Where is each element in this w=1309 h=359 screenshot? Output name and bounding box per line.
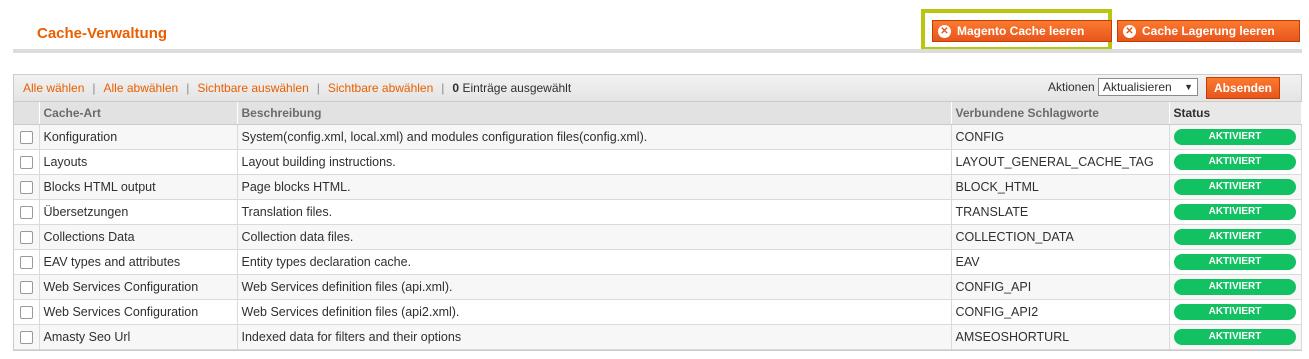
header-tags[interactable]: Verbundene Schlagworte — [951, 102, 1170, 125]
actions-select-value: Aktualisieren — [1103, 80, 1172, 94]
cell-description: Web Services definition files (api2.xml)… — [237, 299, 952, 325]
status-badge: AKTIVIERT — [1174, 154, 1296, 170]
cell-description: Layout building instructions. — [237, 149, 952, 175]
selected-count: 0 — [452, 81, 460, 95]
cell-tags: LAYOUT_GENERAL_CACHE_TAG — [951, 149, 1170, 175]
cell-cache-type: Web Services Configuration — [39, 274, 238, 300]
select-visible-link[interactable]: Sichtbare auswählen — [197, 81, 308, 95]
status-badge: AKTIVIERT — [1174, 329, 1296, 345]
table-row: Collections Data Collection data files. … — [14, 224, 1302, 250]
flush-magento-cache-button[interactable]: ✕ Magento Cache leeren — [932, 20, 1112, 42]
cell-description: Entity types declaration cache. — [237, 249, 952, 275]
row-checkbox[interactable] — [19, 281, 33, 295]
header-checkbox — [14, 102, 40, 125]
cell-tags: CONFIG_API — [951, 274, 1170, 300]
flush-cache-storage-button[interactable]: ✕ Cache Lagerung leeren — [1117, 20, 1300, 42]
table-row: Konfiguration System(config.xml, local.x… — [14, 124, 1302, 150]
table-row: Web Services Configuration Web Services … — [14, 299, 1302, 325]
actions-select[interactable]: Aktualisieren ▼ — [1098, 78, 1198, 96]
status-badge: AKTIVIERT — [1174, 254, 1296, 270]
table-row: Übersetzungen Translation files. TRANSLA… — [14, 199, 1302, 225]
table-row: Web Services Configuration Web Services … — [14, 274, 1302, 300]
row-checkbox[interactable] — [19, 256, 33, 270]
massaction-bar: Alle wählen | Alle abwählen | Sichtbare ausw… — [14, 75, 1301, 102]
flush-cache-storage-label: Cache Lagerung leeren — [1142, 24, 1275, 38]
header-cache-type[interactable]: Cache-Art — [39, 102, 238, 125]
selected-count-label: Einträge ausgewählt — [462, 81, 572, 95]
table-row: Layouts Layout building instructions. LA… — [14, 149, 1302, 175]
cell-tags: TRANSLATE — [951, 199, 1170, 225]
page-title: Cache-Verwaltung — [37, 25, 168, 42]
close-circle-icon: ✕ — [1123, 24, 1136, 38]
cell-description: Indexed data for filters and their optio… — [237, 324, 952, 350]
cell-tags: BLOCK_HTML — [951, 174, 1170, 200]
cache-grid: Alle wählen | Alle abwählen | Sichtbare ausw… — [13, 74, 1302, 351]
cell-description: Collection data files. — [237, 224, 952, 250]
unselect-visible-link[interactable]: Sichtbare abwählen — [328, 81, 433, 95]
cell-cache-type: Blocks HTML output — [39, 174, 238, 200]
row-checkbox[interactable] — [19, 181, 33, 195]
cell-description: System(config.xml, local.xml) and module… — [237, 124, 952, 150]
table-body: Konfiguration System(config.xml, local.x… — [14, 124, 1302, 350]
cell-tags: CONFIG_API2 — [951, 299, 1170, 325]
cell-cache-type: Layouts — [39, 149, 238, 175]
cell-cache-type: Übersetzungen — [39, 199, 238, 225]
flush-magento-cache-label: Magento Cache leeren — [957, 24, 1085, 38]
status-badge: AKTIVIERT — [1174, 304, 1296, 320]
cell-description: Web Services definition files (api.xml). — [237, 274, 952, 300]
row-checkbox[interactable] — [19, 156, 33, 170]
cell-tags: COLLECTION_DATA — [951, 224, 1170, 250]
cell-description: Page blocks HTML. — [237, 174, 952, 200]
table-row: EAV types and attributes Entity types de… — [14, 249, 1302, 275]
row-checkbox[interactable] — [19, 206, 33, 220]
row-checkbox[interactable] — [19, 231, 33, 245]
cell-description: Translation files. — [237, 199, 952, 225]
cell-cache-type: Konfiguration — [39, 124, 238, 150]
chevron-down-icon: ▼ — [1184, 82, 1193, 92]
actions-label: Aktionen — [1048, 80, 1095, 94]
unselect-all-link[interactable]: Alle abwählen — [104, 81, 179, 95]
cell-cache-type: EAV types and attributes — [39, 249, 238, 275]
status-badge: AKTIVIERT — [1174, 279, 1296, 295]
table-row: Amasty Seo Url Indexed data for filters … — [14, 324, 1302, 350]
cell-tags: EAV — [951, 249, 1170, 275]
status-badge: AKTIVIERT — [1174, 129, 1296, 145]
status-badge: AKTIVIERT — [1174, 229, 1296, 245]
submit-button[interactable]: Absenden — [1206, 77, 1280, 99]
row-checkbox[interactable] — [19, 131, 33, 145]
cell-cache-type: Amasty Seo Url — [39, 324, 238, 350]
status-badge: AKTIVIERT — [1174, 179, 1296, 195]
table-row: Blocks HTML output Page blocks HTML. BLO… — [14, 174, 1302, 200]
close-circle-icon: ✕ — [938, 24, 951, 38]
massaction-links: Alle wählen | Alle abwählen | Sichtbare ausw… — [23, 81, 572, 95]
title-divider — [13, 49, 1302, 53]
header-description[interactable]: Beschreibung — [237, 102, 952, 125]
cell-tags: CONFIG — [951, 124, 1170, 150]
cache-table: Cache-Art Beschreibung Verbundene Schlag… — [14, 102, 1302, 350]
row-checkbox[interactable] — [19, 331, 33, 345]
cell-cache-type: Web Services Configuration — [39, 299, 238, 325]
status-badge: AKTIVIERT — [1174, 204, 1296, 220]
table-header-row: Cache-Art Beschreibung Verbundene Schlag… — [14, 102, 1302, 125]
select-all-link[interactable]: Alle wählen — [23, 81, 84, 95]
row-checkbox[interactable] — [19, 306, 33, 320]
cell-tags: AMSEOSHORTURL — [951, 324, 1170, 350]
cell-cache-type: Collections Data — [39, 224, 238, 250]
header-status[interactable]: Status — [1169, 102, 1302, 125]
